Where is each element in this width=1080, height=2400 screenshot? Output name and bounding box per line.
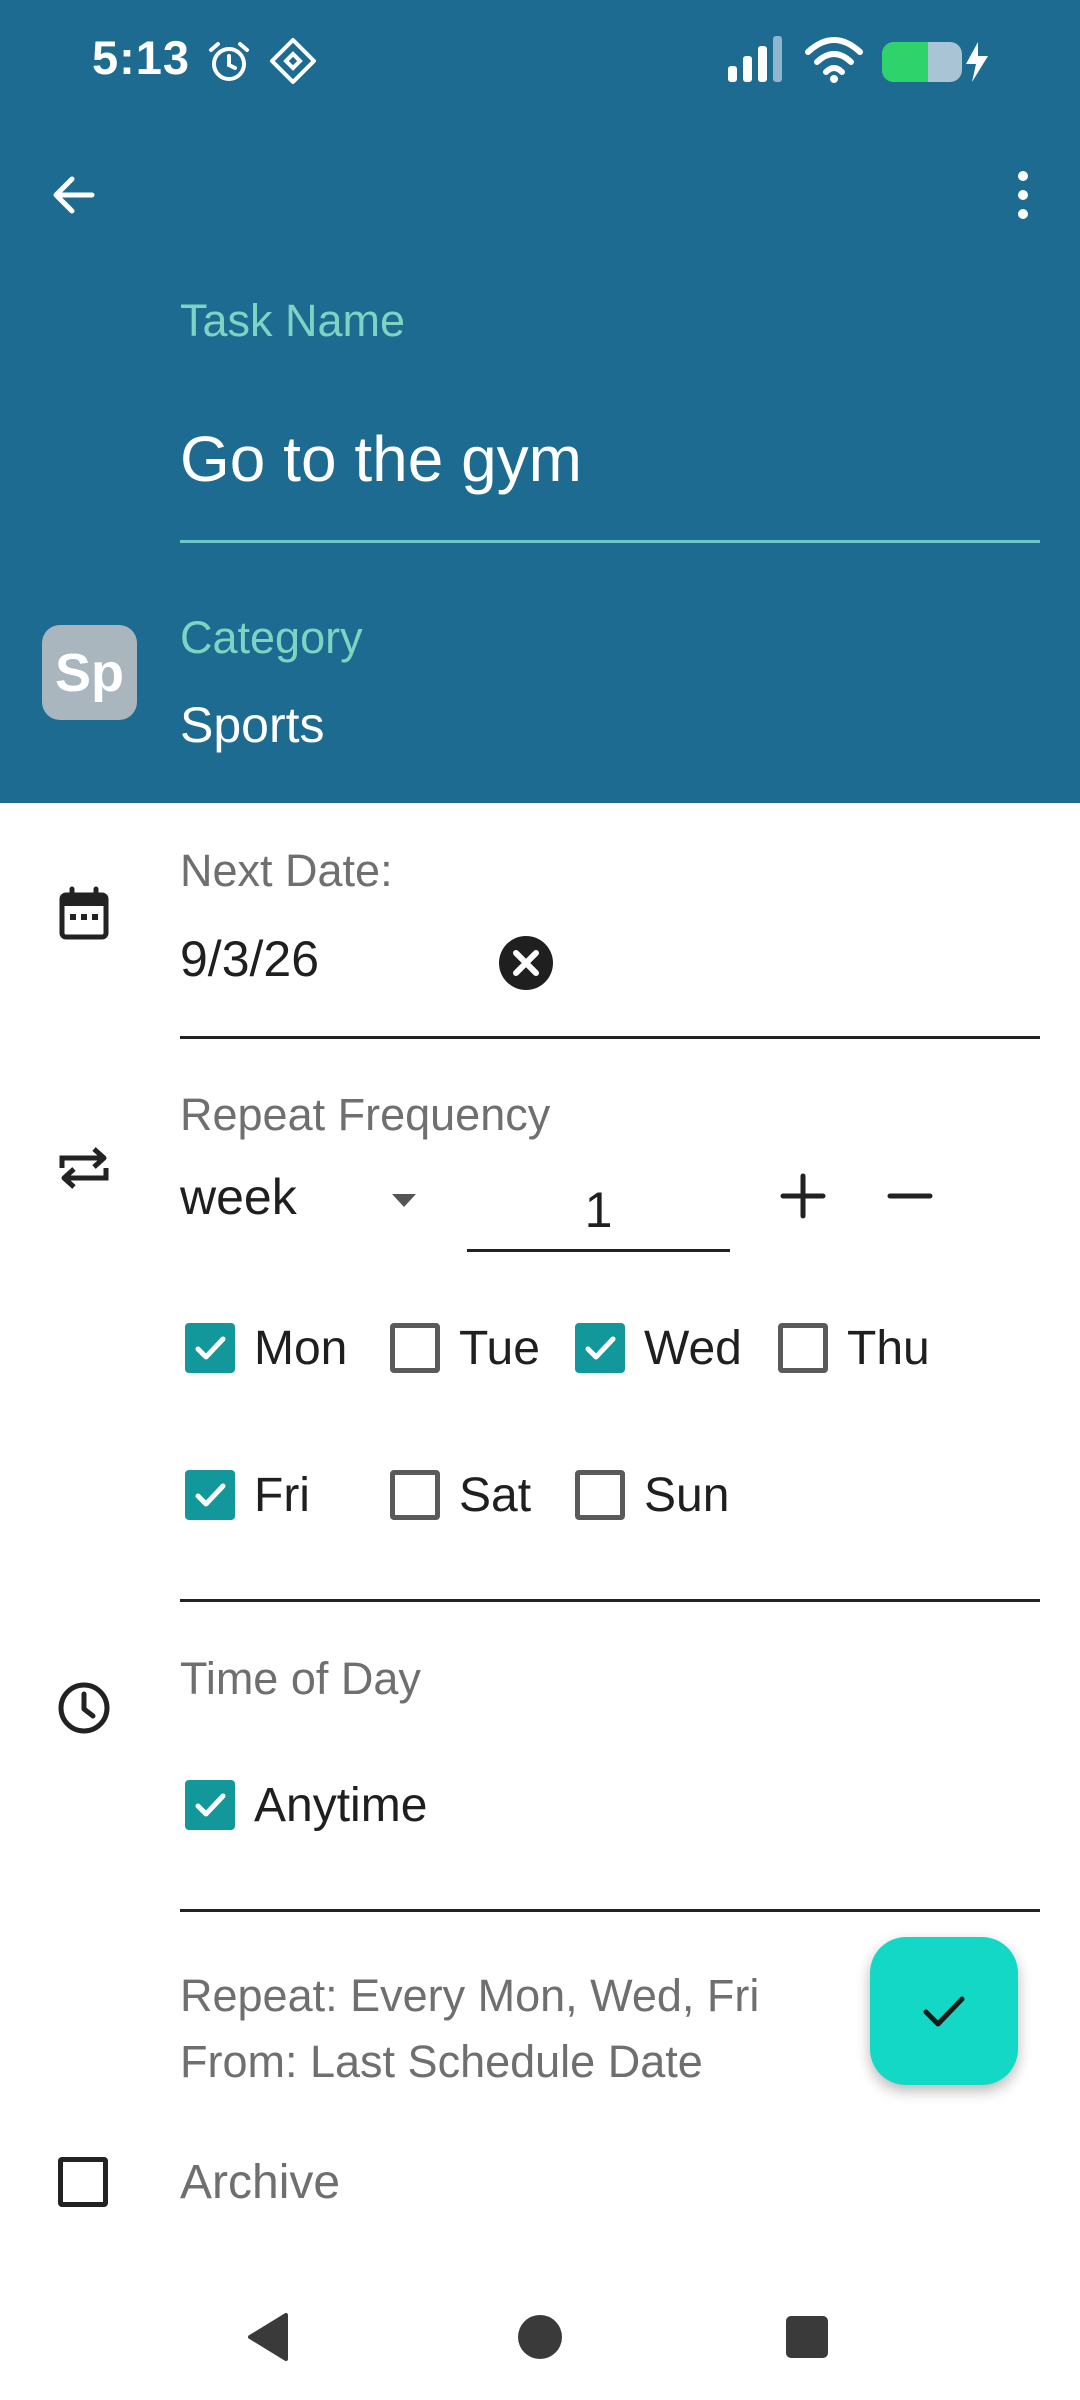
anytime-option[interactable]: Anytime [185,1770,427,1840]
check-icon [923,1996,965,2027]
day-option-sat[interactable]: Sat [390,1460,531,1530]
more-options-button[interactable] [1000,160,1046,230]
frequency-count-input[interactable]: 1 [467,1170,730,1252]
repeat-summary: Repeat: Every Mon, Wed, Fri From: Last S… [180,1963,759,2095]
clear-date-button[interactable] [496,933,556,993]
day-option-sun[interactable]: Sun [575,1460,729,1530]
day-option-fri[interactable]: Fri [185,1460,310,1530]
clock-icon [58,1682,110,1734]
check-icon [585,1336,616,1360]
check-icon [195,1483,226,1507]
checkbox-wed[interactable] [575,1323,625,1373]
anytime-label: Anytime [254,1778,428,1832]
check-icon [195,1793,226,1817]
repeat-section-divider [180,1599,1040,1602]
next-date-field[interactable]: 9/3/26 [180,930,319,988]
back-button[interactable] [40,160,110,230]
category-avatar[interactable]: Sp [42,625,137,720]
task-name-underline [180,540,1040,543]
alarm-icon [209,42,249,81]
battery-charging-icon [882,42,988,82]
category-label: Category [180,612,363,663]
signal-icon [728,36,782,82]
time-section-divider [180,1909,1040,1912]
day-option-thu[interactable]: Thu [778,1313,930,1383]
day-label-tue: Tue [459,1321,540,1375]
next-date-label: Next Date: [180,845,393,896]
checkbox-sun[interactable] [575,1470,625,1520]
day-label-sun: Sun [644,1468,730,1522]
day-option-wed[interactable]: Wed [575,1313,742,1383]
day-label-thu: Thu [847,1321,930,1375]
task-name-input[interactable]: Go to the gym [180,422,582,496]
checkbox-mon[interactable] [185,1323,235,1373]
chevron-down-icon[interactable] [386,1182,422,1218]
nav-home-icon[interactable] [510,2307,570,2367]
time-of-day-label: Time of Day [180,1653,421,1704]
day-label-sat: Sat [459,1468,532,1522]
status-time: 5:13 [92,31,191,84]
category-selector[interactable]: Sports [180,696,325,754]
repeat-frequency-label: Repeat Frequency [180,1089,551,1140]
next-date-underline [180,1036,1040,1039]
repeat-icon [59,1147,109,1189]
day-label-mon: Mon [254,1321,348,1375]
day-label-wed: Wed [644,1321,742,1375]
frequency-unit-select[interactable]: week [180,1168,297,1226]
day-option-mon[interactable]: Mon [185,1313,347,1383]
wifi-icon [805,37,863,83]
archive-checkbox[interactable] [58,2157,108,2207]
checkbox-tue[interactable] [390,1323,440,1373]
task-name-label: Task Name [180,295,406,346]
task-header [0,0,1080,803]
checkbox-anytime[interactable] [185,1780,235,1830]
nav-recents-icon[interactable] [777,2307,837,2367]
checkbox-thu[interactable] [778,1323,828,1373]
day-option-tue[interactable]: Tue [390,1313,540,1383]
nav-back-icon[interactable] [240,2307,300,2367]
repeat-from-line: From: Last Schedule Date [180,2036,703,2087]
archive-label: Archive [180,2156,341,2209]
calendar-icon [59,886,109,940]
check-icon [195,1336,226,1360]
repeat-summary-line: Repeat: Every Mon, Wed, Fri [180,1970,760,2021]
checkbox-sat[interactable] [390,1470,440,1520]
nfc-icon [270,38,316,84]
increment-button[interactable] [775,1168,831,1224]
checkbox-fri[interactable] [185,1470,235,1520]
save-fab-button[interactable] [870,1937,1018,2085]
day-label-fri: Fri [254,1468,310,1522]
decrement-button[interactable] [882,1168,938,1224]
